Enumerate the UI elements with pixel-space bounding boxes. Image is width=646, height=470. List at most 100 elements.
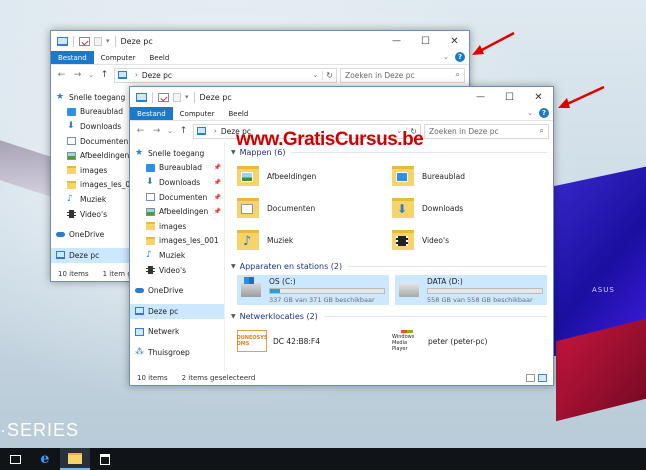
network-location-dc[interactable]: DUNEOSYS DMS DC 42:B8:F4 — [237, 326, 392, 356]
up-arrow-icon[interactable]: ↑ — [98, 70, 111, 80]
properties-icon[interactable] — [158, 92, 169, 102]
music-icon: ♪ — [146, 250, 152, 261]
folder-bureaublad[interactable]: Bureaublad — [392, 162, 547, 190]
video-icon — [67, 210, 76, 219]
forward-arrow-icon[interactable]: → — [71, 70, 84, 80]
media-server-logo-text: DUNEOSYS DMS — [236, 335, 268, 347]
expand-ribbon-chevron-icon[interactable]: ⌄ — [527, 109, 533, 117]
tab-bestand[interactable]: Bestand — [130, 107, 173, 120]
task-view-button[interactable] — [0, 448, 30, 470]
address-bar[interactable]: › Deze pc ⌄ ↻ — [114, 67, 337, 83]
address-dropdown-icon[interactable]: ⌄ — [312, 71, 318, 79]
nav-item-deze-pc[interactable]: Deze pc — [130, 303, 224, 319]
drive-os-c[interactable]: OS (C:) 337 GB van 371 GB beschikbaar — [237, 275, 389, 305]
drive-usage-bar — [269, 287, 385, 294]
nav-item-videos[interactable]: Video's — [130, 263, 224, 278]
close-button[interactable]: ✕ — [440, 31, 469, 51]
properties-icon[interactable] — [79, 36, 90, 46]
tab-computer[interactable]: Computer — [94, 51, 143, 64]
nav-item-bureaublad[interactable]: Bureaublad 📌 — [130, 161, 224, 176]
content-pane[interactable]: ▼ Mappen (6) Afbeeldingen Bureaublad Doc… — [225, 142, 553, 371]
nav-label: Snelle toegang — [69, 92, 126, 102]
nav-item-images[interactable]: images — [130, 219, 224, 234]
folder-muziek[interactable]: ♪ Muziek — [237, 226, 392, 254]
nav-item-netwerk[interactable]: Netwerk — [130, 325, 224, 340]
window-title: Deze pc — [199, 92, 232, 102]
edge-button[interactable]: e — [30, 448, 60, 470]
network-location-peter[interactable]: Windows Media Player peter (peter-pc) — [392, 326, 547, 356]
nav-item-afbeeldingen[interactable]: Afbeeldingen 📌 — [130, 204, 224, 219]
details-view-button[interactable] — [526, 374, 535, 382]
nav-item-thuisgroep[interactable]: ⁂ Thuisgroep — [130, 345, 224, 360]
minimize-button[interactable]: — — [466, 87, 495, 107]
search-input[interactable]: Zoeken in Deze pc ⌕ — [340, 67, 465, 83]
hard-drive-icon — [399, 283, 419, 297]
up-arrow-icon[interactable]: ↑ — [177, 126, 190, 136]
nav-label: Video's — [159, 265, 186, 275]
breadcrumb-separator-icon[interactable]: › — [214, 127, 217, 135]
quick-access-toolbar-dropdown-icon[interactable]: ▾ — [185, 93, 189, 101]
status-bar: 10 items 2 items geselecteerd — [130, 371, 553, 385]
tab-bestand[interactable]: Bestand — [51, 51, 94, 64]
drive-data-d[interactable]: DATA (D:) 558 GB van 558 GB beschikbaar — [395, 275, 547, 305]
breadcrumb-deze-pc[interactable]: Deze pc — [142, 71, 172, 80]
tiles-view-button[interactable] — [538, 374, 547, 382]
folder-icon — [67, 180, 76, 189]
back-arrow-icon[interactable]: ← — [134, 126, 147, 136]
drive-usage-fill — [270, 288, 281, 293]
tab-beeld[interactable]: Beeld — [221, 107, 255, 120]
windows-flag-icon — [401, 330, 413, 333]
divider — [193, 91, 195, 103]
breadcrumb-separator-icon[interactable]: › — [135, 71, 138, 79]
recent-locations-chevron-icon[interactable]: ⌄ — [166, 127, 174, 135]
folder-downloads[interactable]: ⬇ Downloads — [392, 194, 547, 222]
folder-afbeeldingen[interactable]: Afbeeldingen — [237, 162, 392, 190]
status-item-count: 10 items — [137, 374, 168, 382]
help-icon[interactable]: ? — [539, 108, 549, 118]
asus-logo: ASUS — [592, 286, 615, 294]
drive-free-space: 558 GB van 558 GB beschikbaar — [427, 295, 533, 304]
expand-ribbon-chevron-icon[interactable]: ⌄ — [443, 53, 449, 61]
nav-item-snelle-toegang[interactable]: ★ Snelle toegang — [130, 146, 224, 161]
search-input[interactable]: Zoeken in Deze pc ⌕ — [424, 123, 549, 139]
forward-arrow-icon[interactable]: → — [150, 126, 163, 136]
refresh-icon[interactable]: ↻ — [322, 70, 333, 80]
group-title: Netwerklocaties (2) — [239, 311, 318, 321]
documents-folder-icon — [237, 198, 259, 218]
tab-computer[interactable]: Computer — [173, 107, 222, 120]
store-button[interactable] — [90, 448, 120, 470]
pc-icon — [56, 251, 65, 260]
address-row: ← → ⌄ ↑ › Deze pc ⌄ ↻ Zoeken in Deze pc … — [51, 65, 469, 85]
folder-documenten[interactable]: Documenten — [237, 194, 392, 222]
title-bar[interactable]: ▾ Deze pc — ☐ ✕ — [51, 31, 469, 51]
back-arrow-icon[interactable]: ← — [55, 70, 68, 80]
maximize-button[interactable]: ☐ — [411, 31, 440, 51]
new-folder-icon[interactable] — [173, 92, 181, 102]
collapse-caret-icon[interactable]: ▼ — [231, 149, 236, 156]
new-folder-icon[interactable] — [94, 36, 102, 46]
nav-item-downloads[interactable]: ⬇ Downloads 📌 — [130, 175, 224, 190]
nav-item-images-les-001[interactable]: images_les_001 — [130, 234, 224, 249]
group-header-apparaten[interactable]: ▼ Apparaten en stations (2) — [231, 260, 547, 272]
collapse-caret-icon[interactable]: ▼ — [231, 263, 236, 270]
folder-videos[interactable]: Video's — [392, 226, 547, 254]
title-bar[interactable]: ▾ Deze pc — ☐ ✕ — [130, 87, 553, 107]
nav-item-documenten[interactable]: Documenten 📌 — [130, 190, 224, 205]
close-button[interactable]: ✕ — [524, 87, 553, 107]
maximize-button[interactable]: ☐ — [495, 87, 524, 107]
file-explorer-button[interactable] — [60, 448, 90, 470]
minimize-button[interactable]: — — [382, 31, 411, 51]
collapse-caret-icon[interactable]: ▼ — [231, 313, 236, 320]
group-header-netwerklocaties[interactable]: ▼ Netwerklocaties (2) — [231, 310, 547, 322]
recent-locations-chevron-icon[interactable]: ⌄ — [87, 71, 95, 79]
pc-icon — [197, 127, 206, 135]
help-icon[interactable]: ? — [455, 52, 465, 62]
media-server-icon: DUNEOSYS DMS — [237, 330, 267, 352]
nav-item-muziek[interactable]: ♪ Muziek — [130, 248, 224, 263]
nav-item-onedrive[interactable]: OneDrive — [130, 283, 224, 298]
folder-label: Afbeeldingen — [267, 171, 317, 181]
navigation-pane[interactable]: ★ Snelle toegang Bureaublad 📌 ⬇ Downloads 📌 … — [130, 142, 225, 371]
tab-beeld[interactable]: Beeld — [142, 51, 176, 64]
quick-access-toolbar-dropdown-icon[interactable]: ▾ — [106, 37, 110, 45]
folder-label: Documenten — [267, 203, 316, 213]
